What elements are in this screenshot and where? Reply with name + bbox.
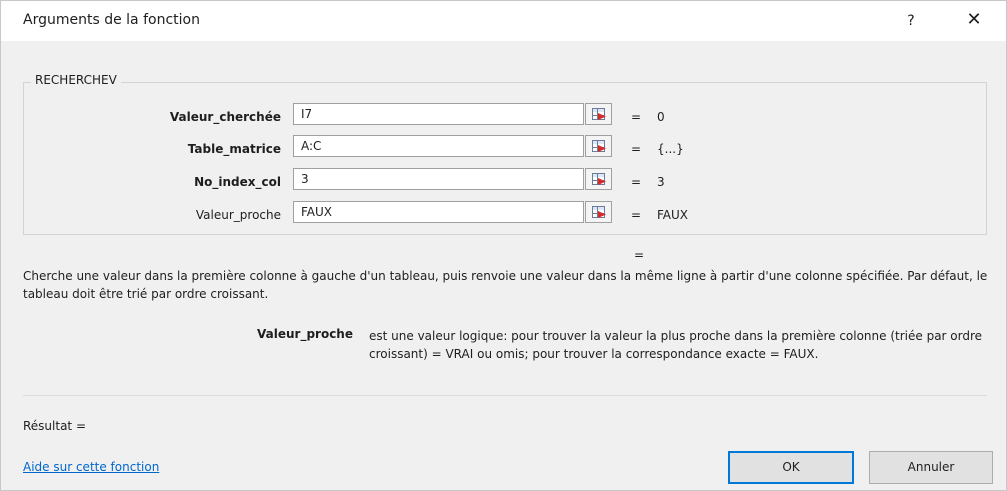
formula-result-equals: = (634, 248, 645, 262)
ok-button[interactable]: OK (728, 451, 854, 484)
equals-sign: = (631, 208, 642, 222)
result-label: Résultat = (23, 419, 87, 433)
arg-result-table-matrice: {...} (657, 142, 684, 156)
parameter-help-text: est une valeur logique: pour trouver la … (369, 329, 983, 361)
dialog-title: Arguments de la fonction (23, 12, 200, 28)
function-name: RECHERCHEV (31, 73, 121, 87)
divider (23, 395, 987, 396)
help-link[interactable]: Aide sur cette fonction (23, 460, 159, 474)
function-arguments-dialog: Arguments de la fonction ? ✕ RECHERCHEV … (0, 0, 1007, 491)
range-select-button-2[interactable] (585, 135, 612, 157)
arg-input-valeur-proche[interactable] (293, 201, 584, 223)
parameter-help-name: Valeur_proche (257, 327, 353, 341)
equals-sign: = (631, 142, 642, 156)
help-question-icon[interactable]: ? (893, 7, 929, 35)
range-select-button-1[interactable] (585, 103, 612, 125)
equals-sign: = (631, 175, 642, 189)
title-bar: Arguments de la fonction ? ✕ (1, 1, 1006, 41)
arg-label-valeur-proche: Valeur_proche (195, 208, 281, 222)
arg-label-valeur-cherchee: Valeur_cherchée (169, 110, 281, 124)
arg-input-valeur-cherchee[interactable] (293, 103, 584, 125)
arg-result-valeur-cherchee: 0 (657, 110, 665, 124)
close-icon[interactable]: ✕ (956, 7, 992, 35)
range-select-button-3[interactable] (585, 168, 612, 190)
arg-label-table-matrice: Table_matrice (187, 142, 281, 156)
arg-input-table-matrice[interactable] (293, 135, 584, 157)
arg-result-valeur-proche: FAUX (657, 208, 689, 222)
function-description: Cherche une valeur dans la première colo… (23, 269, 988, 301)
cancel-button[interactable]: Annuler (869, 451, 993, 484)
arg-input-no-index-col[interactable] (293, 168, 584, 190)
range-select-button-4[interactable] (585, 201, 612, 223)
arg-result-no-index-col: 3 (657, 175, 665, 189)
equals-sign: = (631, 110, 642, 124)
arg-label-no-index-col: No_index_col (194, 175, 281, 189)
